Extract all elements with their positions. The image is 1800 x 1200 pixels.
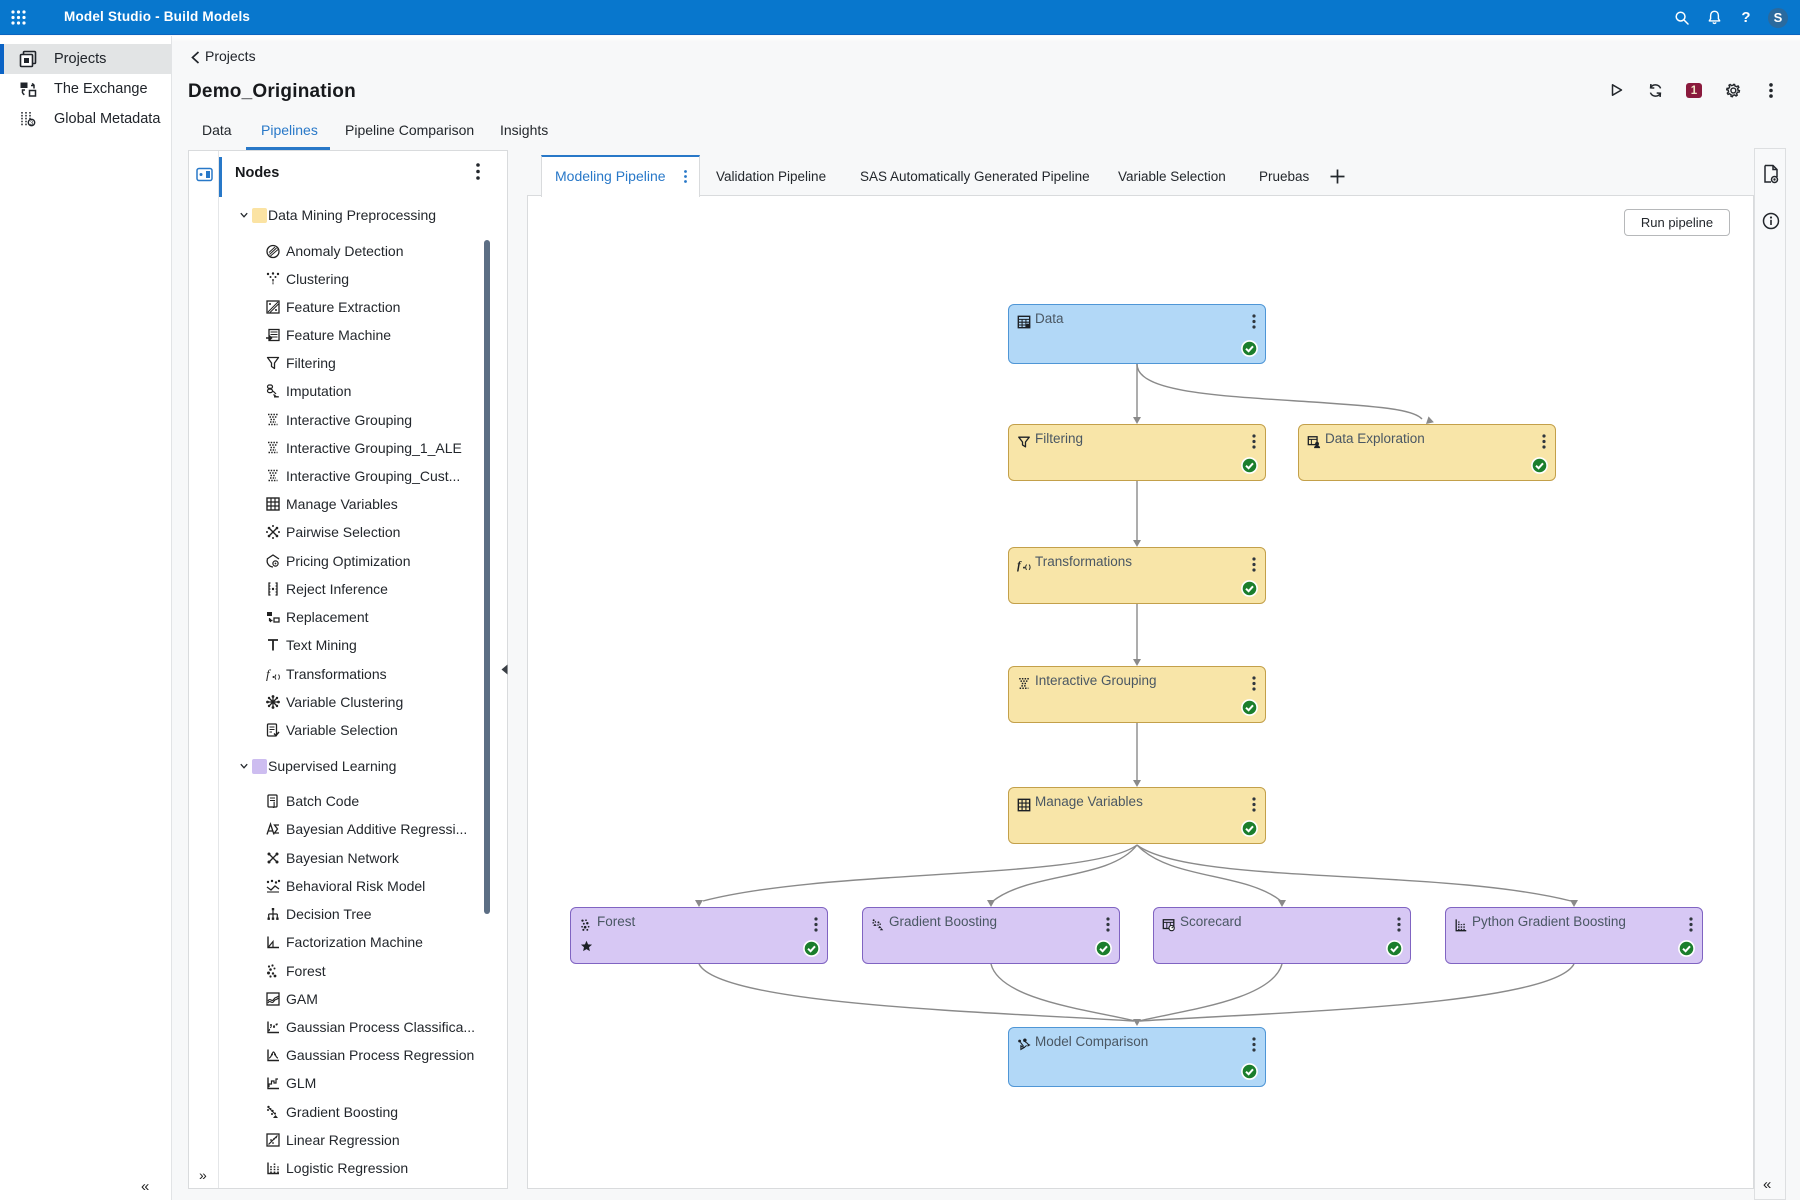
- svg-text:f: f: [266, 667, 272, 682]
- svg-text:f: f: [1017, 560, 1022, 572]
- svg-text:j: j: [272, 800, 275, 809]
